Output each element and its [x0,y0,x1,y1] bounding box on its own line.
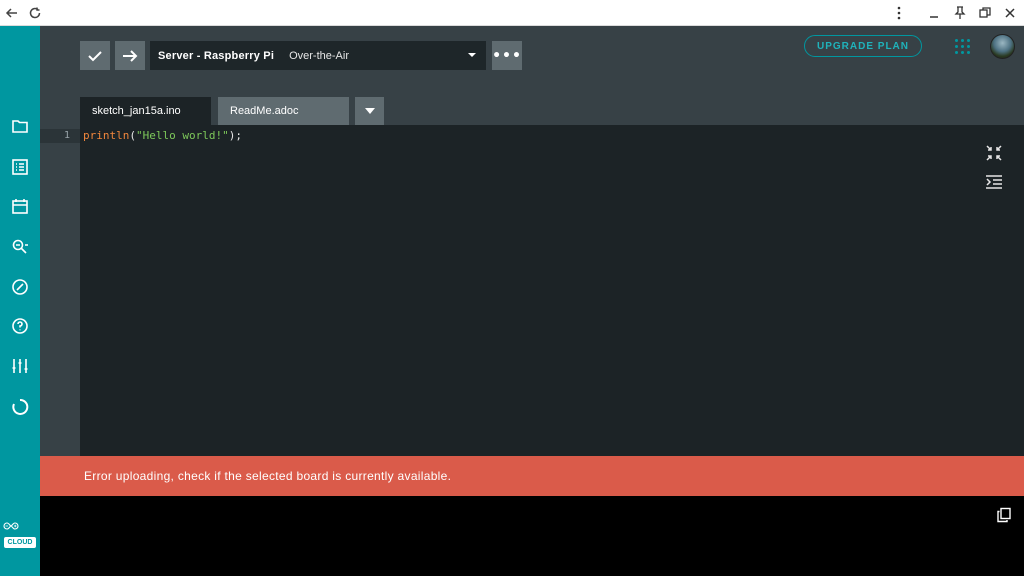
code-editor[interactable]: 1 println("Hello world!"); [40,125,1024,456]
cloud-logo-label: CLOUD [4,537,36,548]
port-name: Over-the-Air [289,49,349,62]
more-options-button[interactable]: ••• [492,41,522,70]
line-number: 1 [63,130,70,141]
verify-button[interactable] [80,41,110,70]
compass-icon [12,279,28,295]
console-output[interactable] [40,496,1024,576]
tab-menu-button[interactable] [355,97,384,125]
line-gutter [40,125,80,456]
help-icon [12,318,28,334]
main-area: Server - Raspberry Pi Over-the-Air ••• U… [40,26,1024,576]
sidebar-item-examples[interactable] [6,153,34,181]
left-sidebar: CLOUD [0,26,40,576]
arduino-infinity-logo[interactable] [2,517,20,535]
back-arrow-icon[interactable] [2,3,22,23]
folder-icon [12,120,28,133]
caret-down-icon [364,108,375,114]
code-function: println [83,129,130,142]
user-avatar[interactable] [990,34,1015,59]
close-icon[interactable] [1000,3,1020,23]
upgrade-plan-button[interactable]: UPGRADE PLAN [804,35,922,57]
browser-chrome [0,0,1024,26]
sidebar-item-features[interactable] [6,393,34,421]
sidebar-item-libraries[interactable] [6,192,34,220]
copy-icon[interactable] [996,507,1012,523]
apps-grid-icon[interactable] [955,39,971,55]
reload-icon[interactable] [25,3,45,23]
collapse-icon[interactable] [984,143,1004,163]
sidebar-item-sketchbook[interactable] [6,112,34,140]
sidebar-item-serial-monitor[interactable] [6,233,34,261]
minimize-icon[interactable] [924,3,944,23]
sliders-icon [12,359,28,373]
circle-progress-icon [12,398,29,415]
chevron-down-icon [468,53,476,57]
code-string: "Hello world!" [135,129,229,142]
board-name: Server - Raspberry Pi [158,49,275,62]
sidebar-item-help[interactable] [6,312,34,340]
arrow-right-icon [123,49,138,62]
tab-sketch[interactable]: sketch_jan15a.ino [80,97,211,125]
error-message: Error uploading, check if the selected b… [40,456,1024,496]
checkmark-icon [88,50,102,61]
code-open-paren: ( [129,129,136,142]
monitor-search-icon [12,239,28,254]
sidebar-item-preferences[interactable] [6,352,34,380]
kebab-menu-icon[interactable] [889,3,909,23]
upload-button[interactable] [115,41,145,70]
board-selector[interactable]: Server - Raspberry Pi Over-the-Air [150,41,486,70]
tab-readme[interactable]: ReadMe.adoc [218,97,349,125]
code-close: ); [228,129,242,142]
restore-icon[interactable] [975,3,995,23]
indent-icon[interactable] [984,172,1004,192]
list-icon [12,159,28,175]
sidebar-item-reference[interactable] [6,273,34,301]
code-line[interactable]: println("Hello world!"); [83,129,242,142]
library-icon [12,199,28,214]
pin-icon[interactable] [950,3,970,23]
